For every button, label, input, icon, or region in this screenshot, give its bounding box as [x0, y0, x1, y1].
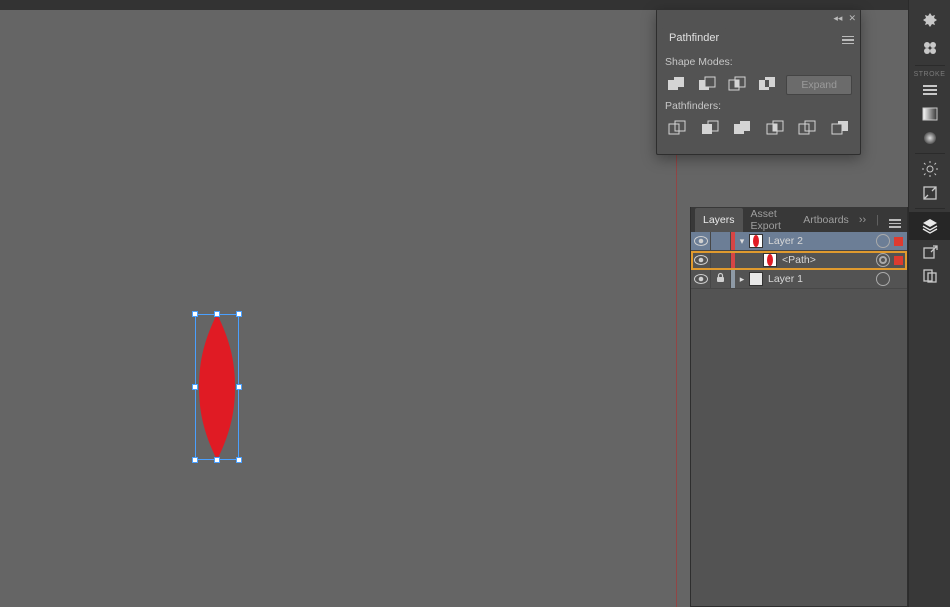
divide-button[interactable] — [665, 118, 690, 140]
shape-modes-label: Shape Modes: — [665, 56, 852, 68]
lock-toggle[interactable] — [711, 251, 731, 269]
stroke-section-label: STROKE — [914, 71, 946, 78]
recolor-icon[interactable] — [909, 6, 950, 34]
layer-thumb — [749, 272, 763, 286]
intersect-button[interactable] — [726, 74, 748, 96]
layer-name[interactable]: Layer 1 — [768, 273, 876, 285]
layer-row-layer2[interactable]: ▾ Layer 2 — [691, 232, 907, 251]
layers-tabrow: Layers Asset Export Artboards ›› | — [691, 207, 907, 232]
sun-icon[interactable] — [909, 157, 950, 181]
tab-layers[interactable]: Layers — [695, 208, 743, 232]
visibility-toggle[interactable] — [691, 270, 711, 288]
layer-thumb — [749, 234, 763, 248]
layers-list: ▾ Layer 2 <Path> — [691, 232, 907, 289]
pathfinders-label: Pathfinders: — [665, 100, 852, 112]
handle-mid-right[interactable] — [236, 384, 242, 390]
handle-mid-left[interactable] — [192, 384, 198, 390]
panel-titlebar[interactable]: ◂◂ ✕ — [657, 10, 860, 26]
panel-menu-icon[interactable] — [840, 32, 856, 48]
handle-bot-right[interactable] — [236, 457, 242, 463]
visibility-toggle[interactable] — [691, 251, 711, 269]
handle-bot-mid[interactable] — [214, 457, 220, 463]
separator — [915, 65, 945, 66]
handle-top-left[interactable] — [192, 311, 198, 317]
merge-button[interactable] — [730, 118, 755, 140]
lock-toggle[interactable] — [711, 232, 731, 250]
clover-icon[interactable] — [909, 34, 950, 62]
minus-front-button[interactable] — [695, 74, 717, 96]
handle-top-mid[interactable] — [214, 311, 220, 317]
handle-bot-left[interactable] — [192, 457, 198, 463]
pathfinder-tab[interactable]: Pathfinder — [661, 28, 727, 48]
selection-bounding-box[interactable] — [195, 314, 239, 460]
layer-row-path[interactable]: <Path> — [691, 251, 907, 270]
crop-icon[interactable] — [909, 181, 950, 205]
tab-artboards[interactable]: Artboards — [795, 208, 857, 232]
unite-button[interactable] — [665, 74, 687, 96]
path-name[interactable]: <Path> — [782, 254, 876, 266]
panel-menu-icon[interactable] — [887, 210, 903, 230]
layers-panel[interactable]: Layers Asset Export Artboards ›› | ▾ Lay… — [690, 207, 908, 607]
gradient-swatch-icon[interactable] — [909, 102, 950, 126]
layer-name[interactable]: Layer 2 — [768, 235, 876, 247]
bounding-rect — [195, 314, 239, 460]
share-square-icon[interactable] — [909, 240, 950, 264]
outline-button[interactable] — [795, 118, 820, 140]
expand-button: Expand — [786, 75, 852, 95]
expand-toggle[interactable]: ▸ — [735, 274, 749, 285]
blur-ball-icon[interactable] — [909, 126, 950, 150]
target-icon[interactable] — [876, 272, 890, 286]
panel-divider: | — [874, 212, 881, 228]
path-thumb — [763, 253, 777, 267]
hamburger-icon[interactable] — [909, 78, 950, 102]
expand-toggle[interactable]: ▾ — [735, 236, 749, 247]
artboards-icon[interactable] — [909, 264, 950, 288]
target-icon[interactable] — [876, 253, 890, 267]
trim-button[interactable] — [698, 118, 723, 140]
target-icon[interactable] — [876, 234, 890, 248]
layers-icon[interactable] — [909, 212, 950, 240]
handle-top-right[interactable] — [236, 311, 242, 317]
exclude-button[interactable] — [756, 74, 778, 96]
crop-button[interactable] — [763, 118, 788, 140]
selection-mark — [894, 275, 903, 284]
layer-row-layer1[interactable]: ▸ Layer 1 — [691, 270, 907, 289]
lock-toggle[interactable] — [711, 270, 731, 288]
selection-mark — [894, 256, 903, 265]
visibility-toggle[interactable] — [691, 232, 711, 250]
separator — [915, 208, 945, 209]
separator — [915, 153, 945, 154]
layer-color-bar — [731, 251, 735, 269]
pathfinder-panel[interactable]: ◂◂ ✕ Pathfinder Shape Modes: Expand Path… — [656, 9, 861, 155]
collapse-icon[interactable]: ◂◂ — [833, 14, 842, 23]
panel-more-icon[interactable]: ›› — [857, 212, 868, 228]
selection-mark — [894, 237, 903, 246]
close-icon[interactable]: ✕ — [848, 14, 856, 23]
right-toolbar: STROKE — [908, 0, 950, 607]
minus-back-button[interactable] — [828, 118, 853, 140]
